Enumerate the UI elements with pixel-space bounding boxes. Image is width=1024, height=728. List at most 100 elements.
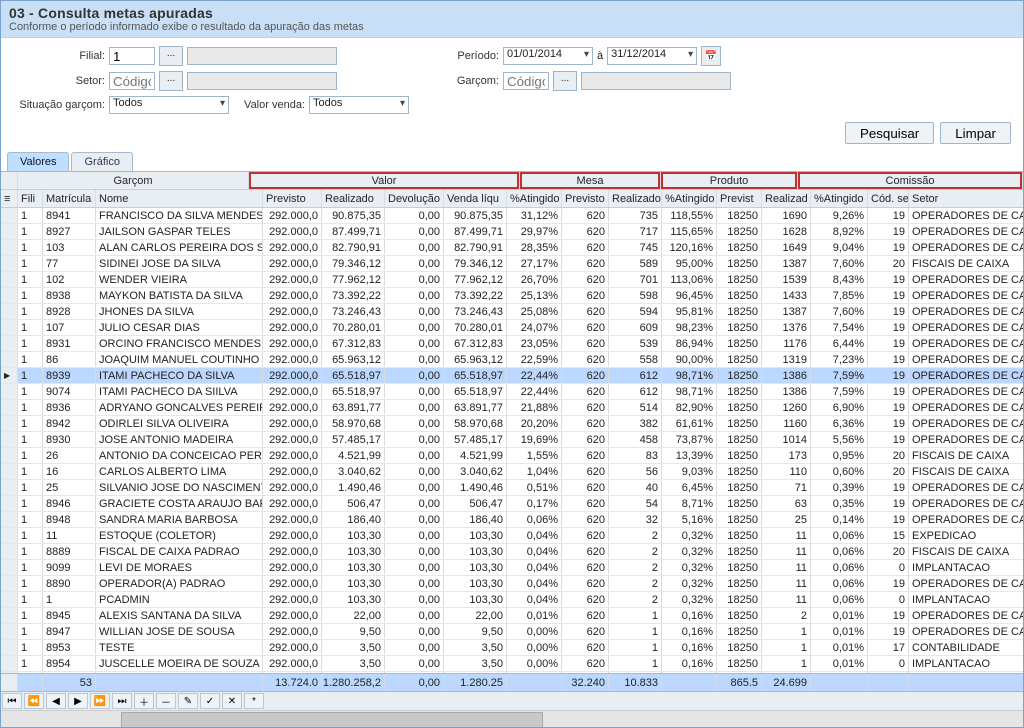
table-row[interactable]: 18928JHONES DA SILVA292.000,073.246,430,… [1,304,1023,320]
data-grid: Garçom Valor Mesa Produto Comissão ≡ Fil… [1,172,1023,727]
grp-valor: Valor [249,172,520,189]
nav-refresh[interactable]: ✓ [200,693,220,709]
valorvenda-combo[interactable]: Todos [309,96,409,114]
table-row[interactable]: 18954JUSCELLE MOEIRA DE SOUZA LIMA292.00… [1,656,1023,672]
grp-mesa: Mesa [520,172,661,189]
col-header[interactable]: %Atingido [662,190,717,207]
table-row[interactable]: 19074ITAMI PACHECO DA SIILVA292.000,065.… [1,384,1023,400]
garcom-lookup-button[interactable]: ... [553,71,577,91]
filters-panel: Filial: ... Setor: ... Situação garçom: … [1,38,1023,120]
setor-desc [187,72,337,90]
calendar-icon[interactable]: 📅 [701,46,721,66]
page-title: 03 - Consulta metas apuradas [9,5,1015,21]
col-header[interactable]: Previst [717,190,762,207]
col-header[interactable]: %Atingido [507,190,562,207]
app-window: 03 - Consulta metas apuradas Conforme o … [0,0,1024,728]
table-row[interactable]: 18938MAYKON BATISTA DA SILVA292.000,073.… [1,288,1023,304]
grp-garcom: Garçom [18,172,249,189]
col-header[interactable]: Matrícula [43,190,96,207]
table-row[interactable]: 186JOAQUIM MANUEL COUTINHO PINTO292.000,… [1,352,1023,368]
nav-del[interactable]: － [156,693,176,709]
col-header[interactable]: Fili [18,190,43,207]
filial-desc [187,47,337,65]
grid-footer: 5313.724.01.280.258,20,001.280.2532.2401… [1,673,1023,691]
filial-label: Filial: [13,50,105,62]
col-header[interactable]: Previsto [562,190,609,207]
periodo-from-combo[interactable]: 01/01/2014 [503,47,593,65]
table-row[interactable]: 18930JOSE ANTONIO MADEIRA292.000,057.485… [1,432,1023,448]
table-row[interactable]: 11PCADMIN292.000,0103,300,00103,300,04%6… [1,592,1023,608]
page-subtitle: Conforme o período informado exibe o res… [9,21,1015,33]
table-row[interactable]: 18946GRACIETE COSTA ARAUJO BARBOSA292.00… [1,496,1023,512]
table-row[interactable]: 19099LEVI DE MORAES292.000,0103,300,0010… [1,560,1023,576]
col-header[interactable]: Cód. se [868,190,909,207]
valorvenda-label: Valor venda: [233,99,305,111]
nav-next[interactable]: ▶ [68,693,88,709]
grid-navigator: ⏮ ⏪ ◀ ▶ ⏩ ⏭ ＋ － ✎ ✓ ✕ * [1,691,1023,710]
col-header[interactable]: Realizado [322,190,385,207]
table-row[interactable]: 126ANTONIO DA CONCEICAO PEREIRA292.000,0… [1,448,1023,464]
col-header[interactable]: Setor [909,190,1023,207]
nav-edit[interactable]: ✎ [178,693,198,709]
table-row[interactable]: 18953TESTE292.000,03,500,003,500,00%6201… [1,640,1023,656]
nav-add[interactable]: ＋ [134,693,154,709]
table-row[interactable]: 18947WILLIAN JOSE DE SOUSA292.000,09,500… [1,624,1023,640]
action-bar: Pesquisar Limpar [1,120,1023,150]
table-row[interactable]: 18942ODIRLEI SILVA OLIVEIRA292.000,058.9… [1,416,1023,432]
table-row[interactable]: 111ESTOQUE (COLETOR)292.000,0103,300,001… [1,528,1023,544]
tab-valores[interactable]: Valores [7,152,69,171]
grid-body[interactable]: 18941FRANCISCO DA SILVA MENDES292.000,09… [1,208,1023,673]
pesquisar-button[interactable]: Pesquisar [845,122,934,144]
grid-column-header: ≡ FiliMatrículaNomePrevistoRealizadoDevo… [1,190,1023,208]
table-row[interactable]: 1102WENDER VIEIRA292.000,077.962,120,007… [1,272,1023,288]
nav-indicator[interactable]: * [244,693,264,709]
table-row[interactable]: 18931ORCINO FRANCISCO MENDES292.000,067.… [1,336,1023,352]
setor-lookup-button[interactable]: ... [159,71,183,91]
grp-comissao: Comissão [798,172,1023,189]
situacao-label: Situação garçom: [13,99,105,111]
nav-filter[interactable]: ✕ [222,693,242,709]
nav-prevpage[interactable]: ⏪ [24,693,44,709]
col-header[interactable]: Venda líqu [444,190,507,207]
table-row[interactable]: ▶18939ITAMI PACHECO DA SILVA292.000,065.… [1,368,1023,384]
tab-grafico[interactable]: Gráfico [71,152,132,171]
col-header[interactable]: %Atingido [811,190,868,207]
nav-prev[interactable]: ◀ [46,693,66,709]
setor-input[interactable] [109,72,155,90]
col-header[interactable]: Previsto [263,190,322,207]
periodo-to-combo[interactable]: 31/12/2014 [607,47,697,65]
garcom-input[interactable] [503,72,549,90]
table-row[interactable]: 18948SANDRA MARIA BARBOSA292.000,0186,40… [1,512,1023,528]
garcom-label: Garçom: [449,75,499,87]
table-row[interactable]: 177SIDINEI JOSE DA SILVA292.000,079.346,… [1,256,1023,272]
table-row[interactable]: 1107JULIO CESAR DIAS292.000,070.280,010,… [1,320,1023,336]
nav-first[interactable]: ⏮ [2,693,22,709]
table-row[interactable]: 18945ALEXIS SANTANA DA SILVA292.000,022,… [1,608,1023,624]
grp-produto: Produto [661,172,798,189]
table-row[interactable]: 125SILVANIO JOSE DO NASCIMENTO292.000,01… [1,480,1023,496]
table-row[interactable]: 18941FRANCISCO DA SILVA MENDES292.000,09… [1,208,1023,224]
tabs: Valores Gráfico [1,152,1023,172]
grid-group-header: Garçom Valor Mesa Produto Comissão [1,172,1023,190]
table-row[interactable]: 116CARLOS ALBERTO LIMA292.000,03.040,620… [1,464,1023,480]
col-header[interactable]: Realizado [609,190,662,207]
col-header[interactable]: Nome [96,190,263,207]
horizontal-scrollbar[interactable] [1,710,1023,727]
col-header[interactable]: Realizad [762,190,811,207]
table-row[interactable]: 18890OPERADOR(A) PADRAO292.000,0103,300,… [1,576,1023,592]
table-row[interactable]: 18927JAILSON GASPAR TELES292.000,087.499… [1,224,1023,240]
table-row[interactable]: 18936ADRYANO GONCALVES PEREIRA292.000,06… [1,400,1023,416]
nav-nextpage[interactable]: ⏩ [90,693,110,709]
filial-lookup-button[interactable]: ... [159,46,183,66]
periodo-label: Período: [449,50,499,62]
table-row[interactable]: 18889FISCAL DE CAIXA PADRAO292.000,0103,… [1,544,1023,560]
garcom-desc [581,72,731,90]
filial-input[interactable] [109,47,155,65]
scrollbar-thumb[interactable] [121,712,543,727]
situacao-combo[interactable]: Todos [109,96,229,114]
setor-label: Setor: [13,75,105,87]
nav-last[interactable]: ⏭ [112,693,132,709]
col-header[interactable]: Devolução [385,190,444,207]
limpar-button[interactable]: Limpar [940,122,1011,144]
table-row[interactable]: 1103ALAN CARLOS PEREIRA DOS SANTOS292.00… [1,240,1023,256]
